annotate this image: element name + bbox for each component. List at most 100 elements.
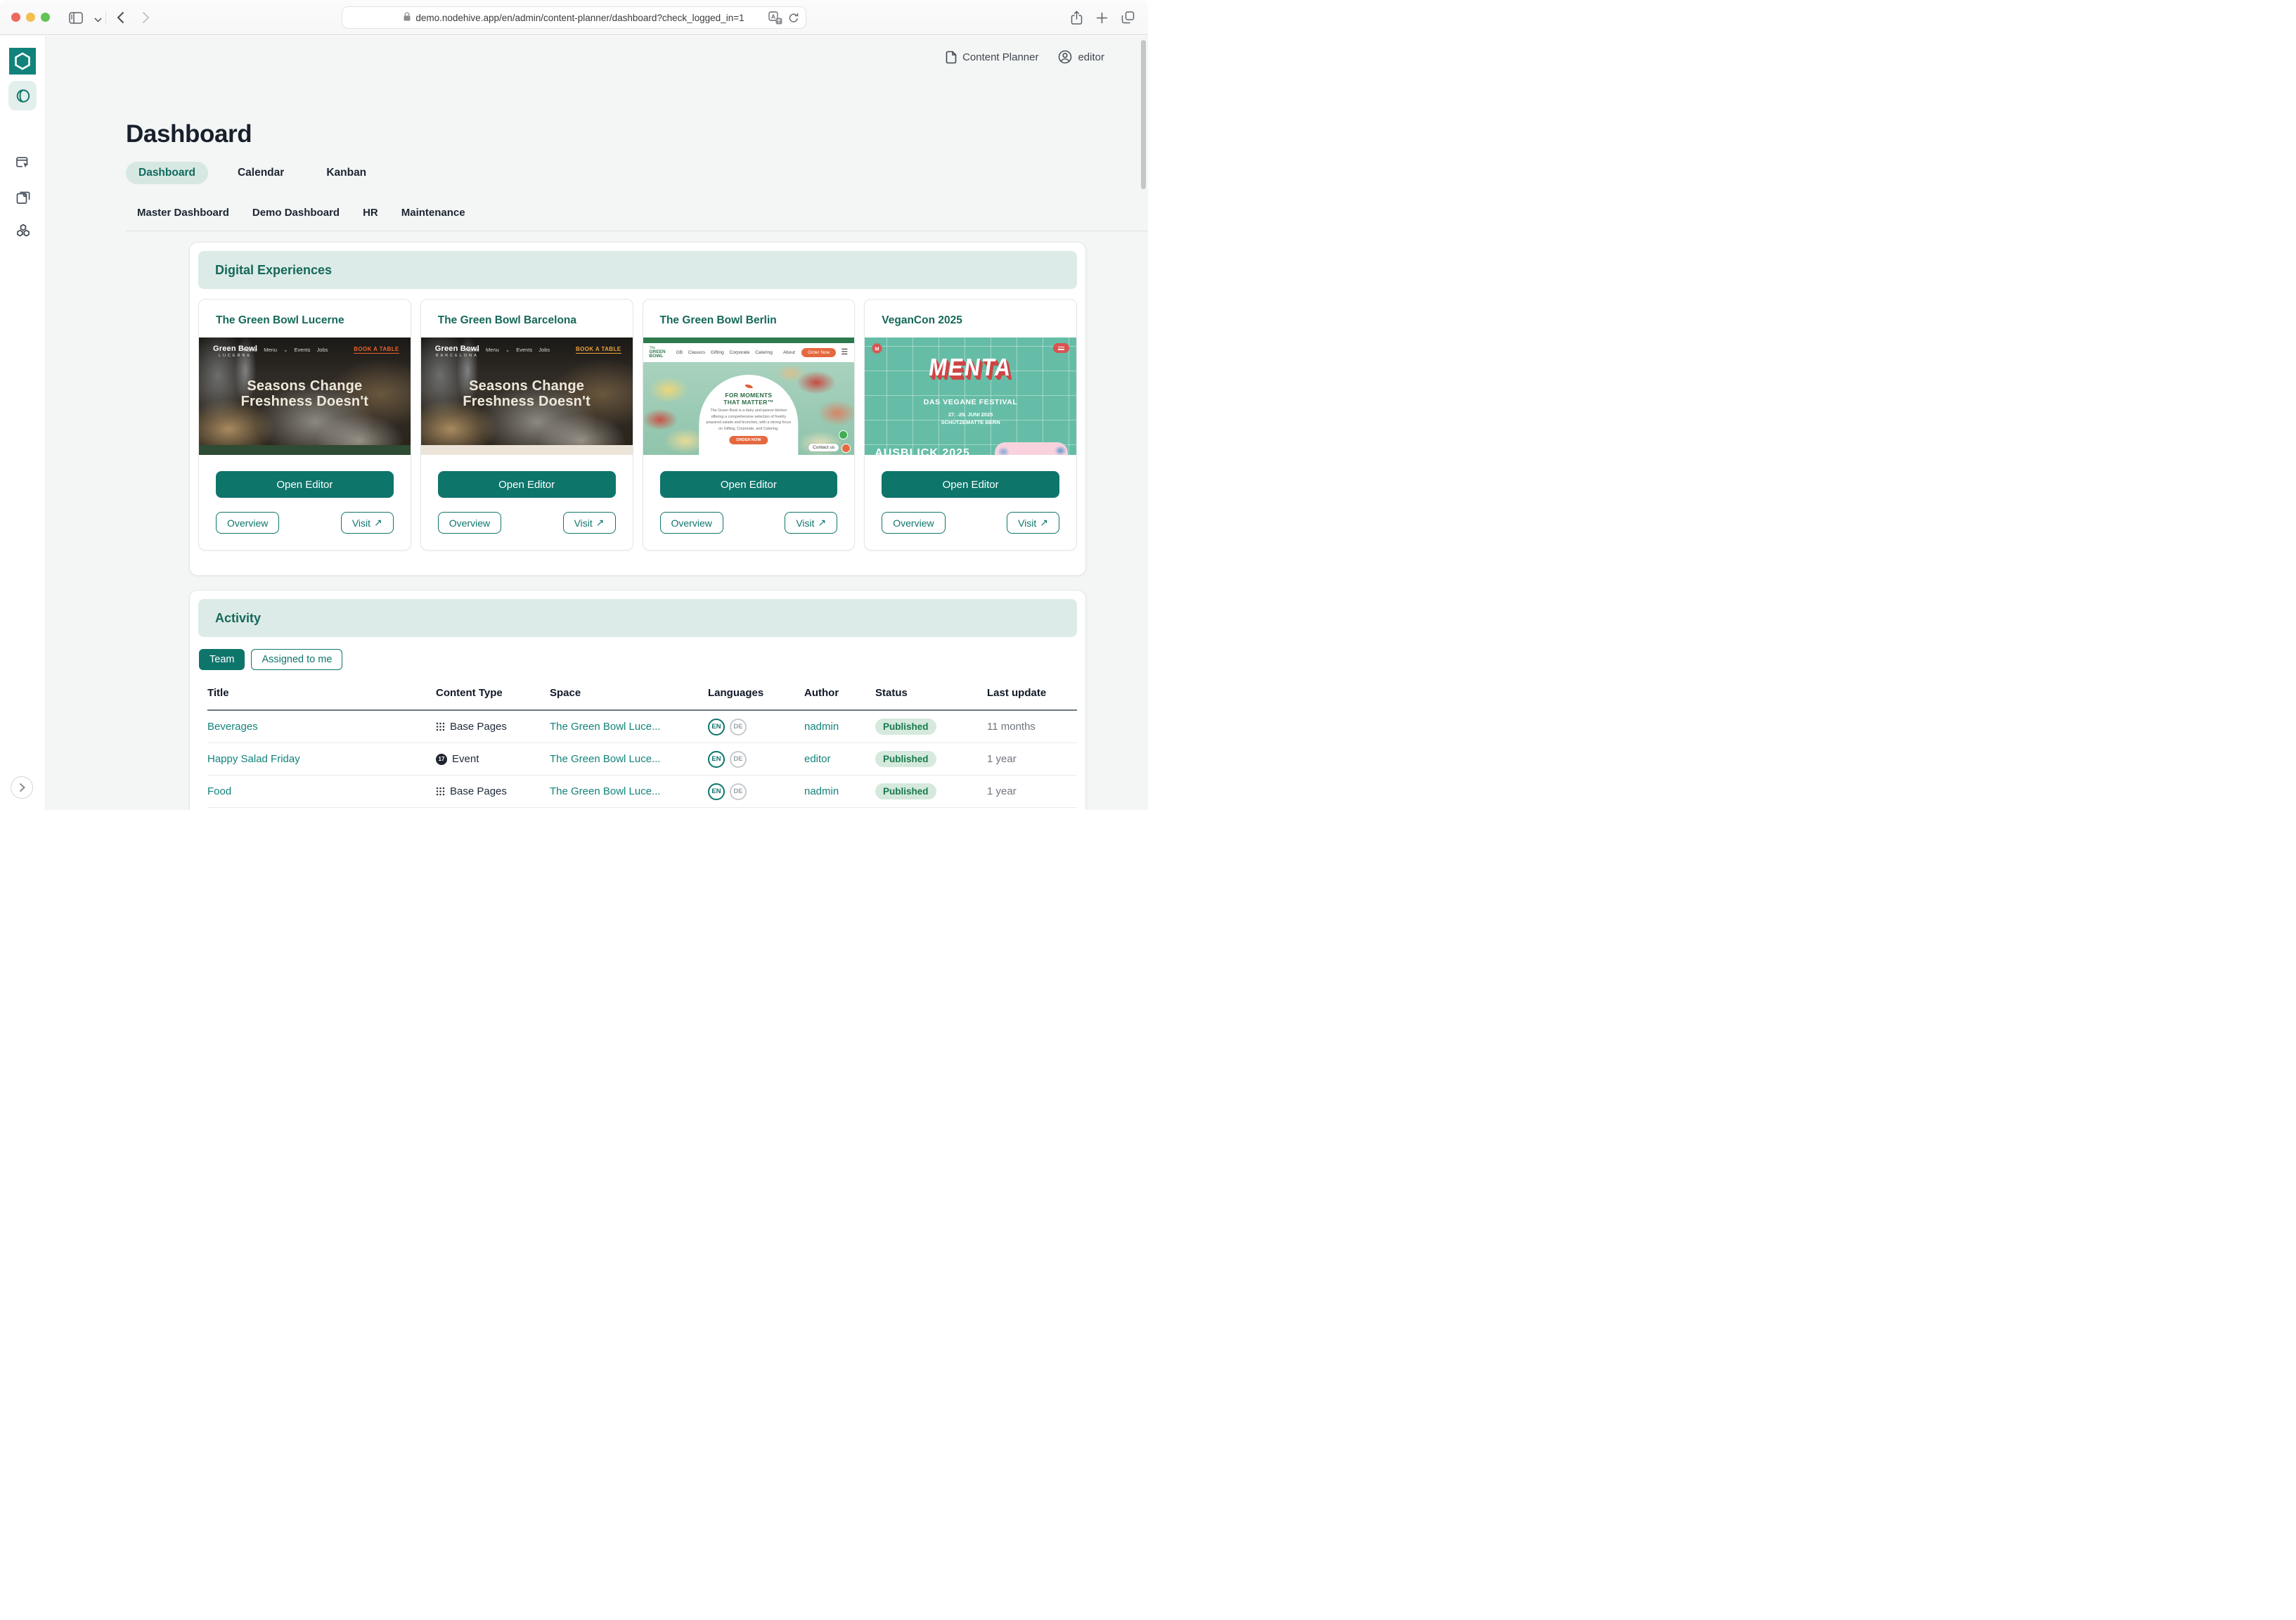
overview-button[interactable]: Overview [216, 512, 280, 534]
row-title-link[interactable]: Happy Salad Friday [207, 753, 436, 765]
visit-button[interactable]: Visit ↗ [562, 512, 616, 534]
row-space-link[interactable]: The Green Bowl Luce... [550, 785, 708, 797]
back-button[interactable] [111, 9, 129, 26]
table-row: Happy Salad Friday 17 Event The Green Bo… [207, 743, 1077, 776]
dashboard-subtabs: Master Dashboard Demo Dashboard HR Maint… [137, 207, 465, 219]
section-title: Activity [215, 610, 262, 625]
visit-button[interactable]: Visit ↗ [785, 512, 838, 534]
sidebar-toggle-icon[interactable] [67, 9, 85, 26]
window-controls [11, 13, 50, 22]
filter-assigned-button[interactable]: Assigned to me [251, 649, 343, 670]
new-tab-icon[interactable] [1092, 9, 1111, 26]
zoom-window-button[interactable] [41, 13, 50, 22]
reload-icon[interactable] [789, 13, 799, 25]
tab-dashboard[interactable]: Dashboard [126, 162, 208, 184]
language-badge-en[interactable]: EN [708, 783, 725, 800]
expand-sidebar-button[interactable] [11, 776, 33, 799]
experience-card-vegancon: VeganCon 2025 M MENTA DAS VEGANE FESTIVA… [864, 299, 1077, 551]
share-icon[interactable] [1067, 9, 1085, 26]
whatsapp-bubble-icon [839, 430, 849, 439]
preview-nav: Home Menu ⌄ Events Jobs [465, 347, 550, 353]
preview-footer-band [420, 445, 633, 455]
language-badge-de[interactable]: DE [730, 783, 747, 800]
app-header: Content Planner editor [946, 50, 1104, 64]
content-planner-link[interactable]: Content Planner [946, 51, 1038, 64]
view-tabs: Dashboard Calendar Kanban [126, 162, 379, 184]
status-badge: Published [875, 751, 936, 767]
user-menu[interactable]: editor [1058, 50, 1104, 64]
modules-nav-icon[interactable] [15, 224, 31, 242]
activity-panel: Activity Team Assigned to me Title Conte… [189, 590, 1086, 810]
row-author-link[interactable]: editor [804, 753, 875, 765]
experience-card-barcelona: The Green Bowl Barcelona Green Bowl BARC… [420, 299, 633, 551]
preview-cta: BOOK A TABLE [576, 346, 621, 354]
external-link-icon: ↗ [374, 517, 382, 528]
experience-card-lucerne: The Green Bowl Lucerne Green Bowl LUCERN… [198, 299, 411, 551]
row-author-link[interactable]: nadmin [804, 785, 875, 797]
overview-button[interactable]: Overview [659, 512, 723, 534]
overview-button[interactable]: Overview [437, 512, 502, 534]
open-editor-button[interactable]: Open Editor [437, 471, 616, 498]
chat-bubble-icon [841, 444, 851, 453]
chevron-down-icon[interactable] [89, 11, 107, 28]
nodehive-logo[interactable] [9, 48, 36, 75]
pages-nav-icon[interactable] [15, 190, 30, 208]
subtab-demo-dashboard[interactable]: Demo Dashboard [252, 207, 340, 219]
open-editor-button[interactable]: Open Editor [882, 471, 1059, 498]
language-badge-en[interactable]: EN [708, 750, 725, 768]
row-title-link[interactable]: Beverages [207, 721, 436, 733]
visit-button[interactable]: Visit ↗ [340, 512, 394, 534]
language-badge-en[interactable]: EN [708, 718, 725, 735]
table-header: Title Content Type Space Languages Autho… [207, 687, 1077, 711]
row-space-link[interactable]: The Green Bowl Luce... [550, 721, 708, 733]
open-editor-button[interactable]: Open Editor [216, 471, 394, 498]
site-preview-berlin: The GREEN BOWL GB Classics Gifting Corpo… [643, 338, 855, 455]
illustration-shape [995, 442, 1068, 455]
grid-icon [436, 722, 445, 731]
document-icon [946, 51, 957, 63]
subtab-maintenance[interactable]: Maintenance [401, 207, 465, 219]
row-title-link[interactable]: Food [207, 785, 436, 797]
row-author-link[interactable]: nadmin [804, 721, 875, 733]
svg-text:A: A [771, 13, 775, 20]
tab-kanban[interactable]: Kanban [314, 162, 379, 184]
scrollbar[interactable] [1141, 40, 1146, 189]
svg-text:M: M [875, 345, 879, 352]
address-bar[interactable]: demo.nodehive.app/en/admin/content-plann… [342, 6, 806, 29]
leaf-icon [744, 382, 753, 390]
tab-overview-icon[interactable] [1118, 9, 1137, 26]
site-preview-lucerne: Green Bowl LUCERNE Home Menu ⌄ Events Jo… [199, 338, 411, 455]
external-link-icon: ↗ [595, 517, 605, 528]
experience-card-berlin: The Green Bowl Berlin The GREEN BOWL GB … [642, 299, 856, 551]
digital-experiences-panel: Digital Experiences The Green Bowl Lucer… [189, 242, 1086, 576]
translate-icon[interactable]: A [768, 11, 782, 27]
grid-icon [436, 787, 445, 796]
preview-nav: Home Menu ⌄ Events Jobs [243, 347, 328, 353]
menta-logo: MENTA [927, 353, 1014, 382]
minimize-window-button[interactable] [26, 13, 35, 22]
card-title: The Green Bowl Lucerne [216, 314, 344, 326]
preview-hero: FOR MOMENTS THAT MATTER™ The Green Bowl … [643, 362, 855, 455]
language-badge-de[interactable]: DE [730, 750, 747, 768]
filter-team-button[interactable]: Team [199, 649, 245, 670]
card-title: VeganCon 2025 [882, 314, 962, 326]
open-editor-button[interactable]: Open Editor [659, 471, 838, 498]
section-title: Digital Experiences [215, 262, 333, 277]
spaces-icon[interactable] [8, 81, 37, 110]
calendar-event-icon: 17 [436, 753, 447, 765]
language-badge-de[interactable]: DE [730, 718, 747, 735]
overview-button[interactable]: Overview [882, 512, 946, 534]
close-window-button[interactable] [11, 13, 20, 22]
table-row: Food Base Pages The Green Bowl Luce... E [207, 776, 1077, 808]
subtab-hr[interactable]: HR [363, 207, 378, 219]
table-row: HR Manager Jobs The Green Bowl Luce... [207, 808, 1077, 810]
content-planner-nav-icon[interactable] [15, 155, 30, 173]
url-text: demo.nodehive.app/en/admin/content-plann… [415, 12, 744, 23]
tab-calendar[interactable]: Calendar [225, 162, 297, 184]
visit-button[interactable]: Visit ↗ [1007, 512, 1059, 534]
activity-banner: Activity [198, 599, 1077, 637]
forward-button[interactable] [136, 9, 155, 26]
row-space-link[interactable]: The Green Bowl Luce... [550, 753, 708, 765]
order-now-pill: Order Now [801, 348, 837, 357]
subtab-master-dashboard[interactable]: Master Dashboard [137, 207, 229, 219]
